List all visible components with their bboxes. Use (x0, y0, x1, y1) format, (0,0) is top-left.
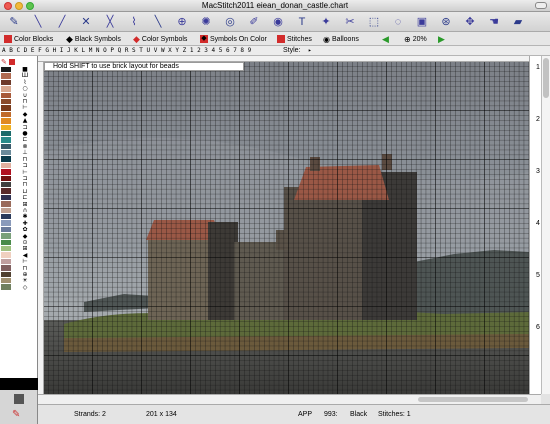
ruler-number: 3 (536, 168, 540, 175)
move-tool-icon[interactable]: ✥ (462, 14, 478, 30)
toolbar-toggle-button[interactable] (535, 2, 547, 9)
palette-header: ✎ (1, 57, 37, 66)
current-color-icon (8, 58, 15, 65)
pencil-icon[interactable]: ✎ (12, 409, 20, 420)
palette-footer: ✎ (0, 390, 38, 424)
symbol-letter-bar: A B C D E F G H I J K L M N O P Q R S T … (0, 46, 550, 56)
zoom-icon: ⊕ (404, 34, 411, 44)
view-mode-bar: Color Blocks ◆ Black Symbols ◆ Color Symbo… (0, 32, 550, 46)
palette-swatches (1, 67, 11, 291)
chart-size: 201 x 134 (146, 411, 177, 418)
pen-tool-icon[interactable]: ✎ (6, 14, 22, 30)
hand-tool-icon[interactable]: ☚ (486, 14, 502, 30)
app-window: MacStitch2011 eiean_donan_castle.chart ✎… (0, 0, 550, 424)
symbols-on-color-label: Symbols On Color (210, 35, 267, 43)
color-blocks-label: Color Blocks (14, 35, 54, 43)
zoom-window-button[interactable] (26, 2, 34, 10)
stitch-grid-major (44, 62, 529, 394)
right-triangle-icon: ▶ (438, 33, 445, 44)
vertical-scroll-thumb[interactable] (543, 58, 549, 98)
magic-wand-tool-icon[interactable]: ✦ (318, 14, 334, 30)
symbols-on-color-mode[interactable]: ◆ Symbols On Color (200, 33, 267, 45)
zoom-tool-icon[interactable]: ⊛ (438, 14, 454, 30)
zoom-value: 20% (412, 35, 427, 43)
eye-tool-icon[interactable]: ◉ (270, 14, 286, 30)
circle-tool-icon[interactable]: ◎ (222, 14, 238, 30)
knot-tool-icon[interactable]: ✺ (198, 14, 214, 30)
balloon-icon: ◉ (323, 34, 330, 44)
color-symbols-mode[interactable]: ◆ Color Symbols (133, 33, 187, 45)
close-window-button[interactable] (4, 2, 12, 10)
title-bar: MacStitch2011 eiean_donan_castle.chart (0, 0, 550, 12)
stamp-tool-icon[interactable]: ▣ (414, 14, 430, 30)
red-square-icon (4, 35, 12, 43)
lasso-tool-icon[interactable]: ◌ (390, 14, 406, 30)
quarter-stitch-tool-icon[interactable]: ╱ (54, 14, 70, 30)
strands-value: Strands: 2 (74, 411, 106, 418)
palette-symbol[interactable]: ◇ (14, 284, 36, 291)
zoom-level: ⊕ 20% (404, 33, 427, 45)
bead-tool-icon[interactable]: ⌇ (126, 14, 142, 30)
palette-selected-black[interactable] (0, 378, 38, 390)
palette-swatch[interactable] (1, 284, 11, 291)
zoom-out-button[interactable]: ◀ (382, 33, 389, 45)
balloons-label: Balloons (331, 35, 359, 43)
eraser-tool-icon[interactable]: ▰ (510, 14, 526, 30)
hint-tooltip: Hold SHIFT to use brick layout for beads (44, 62, 244, 71)
pencil-icon[interactable]: ✎ (1, 58, 7, 66)
minimize-window-button[interactable] (15, 2, 23, 10)
status-bar: Strands: 2 201 x 134 APP 993: Black Stit… (38, 404, 550, 424)
symbol-letters[interactable]: A B C D E F G H I J K L M N O P Q R S T … (2, 47, 251, 54)
select-tool-icon[interactable]: ⬚ (366, 14, 382, 30)
stitches-label: Stitches (287, 35, 312, 43)
backstitch-tool-icon[interactable]: ✕ (78, 14, 94, 30)
ruler-number: 5 (536, 272, 540, 279)
floss-palette: ✎ ■ Ш ⌇ ○ ∪ ⊓ ⊢ ◆ ▲ ⊐ ● ⊏ ⊗ ⊥ ⊓ ⊐ ⊢ ⊐ ⊓ ⊔ ⊏ ⊞ ∩ ✱ ✚ ✿ ◆ ⊙ ⊞ ◀ ⊢ ⊓ ⊕ ☀ ◇ (0, 56, 38, 390)
ruler-number: 6 (536, 324, 540, 331)
red-diamond-icon: ◆ (133, 33, 140, 44)
color-blocks-mode[interactable]: Color Blocks (4, 33, 53, 45)
style-label: Style: (283, 47, 301, 54)
scissors-tool-icon[interactable]: ✂ (342, 14, 358, 30)
line-tool-icon[interactable]: ╲ (150, 14, 166, 30)
tool-palette: ✎ ╲ ╱ ✕ ╳ ⌇ ╲ ⊕ ✺ ◎ ✐ ◉ T ✦ ✂ ⬚ ◌ ▣ ⊛ ✥ ☚ ▰ (0, 12, 550, 32)
text-tool-icon[interactable]: T (294, 14, 310, 30)
fill-tool-icon[interactable]: ⊕ (174, 14, 190, 30)
ruler-number: 2 (536, 116, 540, 123)
floss-code: 993: (324, 411, 338, 418)
horizontal-scrollbar[interactable] (38, 394, 541, 404)
ruler-number: 4 (536, 220, 540, 227)
half-stitch-tool-icon[interactable]: ╲ (30, 14, 46, 30)
horizontal-scroll-thumb[interactable] (418, 397, 528, 402)
balloons-mode[interactable]: ◉ Balloons (323, 33, 359, 45)
black-symbols-mode[interactable]: ◆ Black Symbols (66, 33, 121, 45)
red-square-icon (277, 35, 285, 43)
pattern-image[interactable] (44, 62, 529, 394)
brush-tool-icon[interactable]: ✐ (246, 14, 262, 30)
symbol-on-color-icon: ◆ (200, 35, 208, 43)
color-symbols-label: Color Symbols (141, 35, 188, 43)
floss-brand: APP (298, 411, 313, 418)
stitch-count: Stitches: 1 (378, 411, 411, 418)
black-diamond-icon: ◆ (66, 33, 73, 44)
left-triangle-icon: ◀ (382, 33, 389, 44)
floss-color-name: Black (350, 411, 368, 418)
stitch-swatch-icon[interactable] (14, 394, 24, 404)
zoom-in-button[interactable]: ▶ (438, 33, 445, 45)
window-title: MacStitch2011 eiean_donan_castle.chart (201, 1, 349, 10)
style-chevron-icon[interactable]: ▸ (308, 46, 312, 56)
chart-canvas[interactable]: Hold SHIFT to use brick layout for beads (38, 56, 529, 394)
vertical-scrollbar[interactable] (541, 56, 550, 394)
black-symbols-label: Black Symbols (74, 35, 121, 43)
ruler-number: 1 (536, 64, 540, 71)
stitches-mode[interactable]: Stitches (277, 33, 312, 45)
long-stitch-tool-icon[interactable]: ╳ (102, 14, 118, 30)
palette-symbols: ■ Ш ⌇ ○ ∪ ⊓ ⊢ ◆ ▲ ⊐ ● ⊏ ⊗ ⊥ ⊓ ⊐ ⊢ ⊐ ⊓ ⊔ ⊏ ⊞ ∩ ✱ ✚ ✿ ◆ ⊙ ⊞ ◀ ⊢ ⊓ ⊕ ☀ ◇ (14, 66, 36, 291)
